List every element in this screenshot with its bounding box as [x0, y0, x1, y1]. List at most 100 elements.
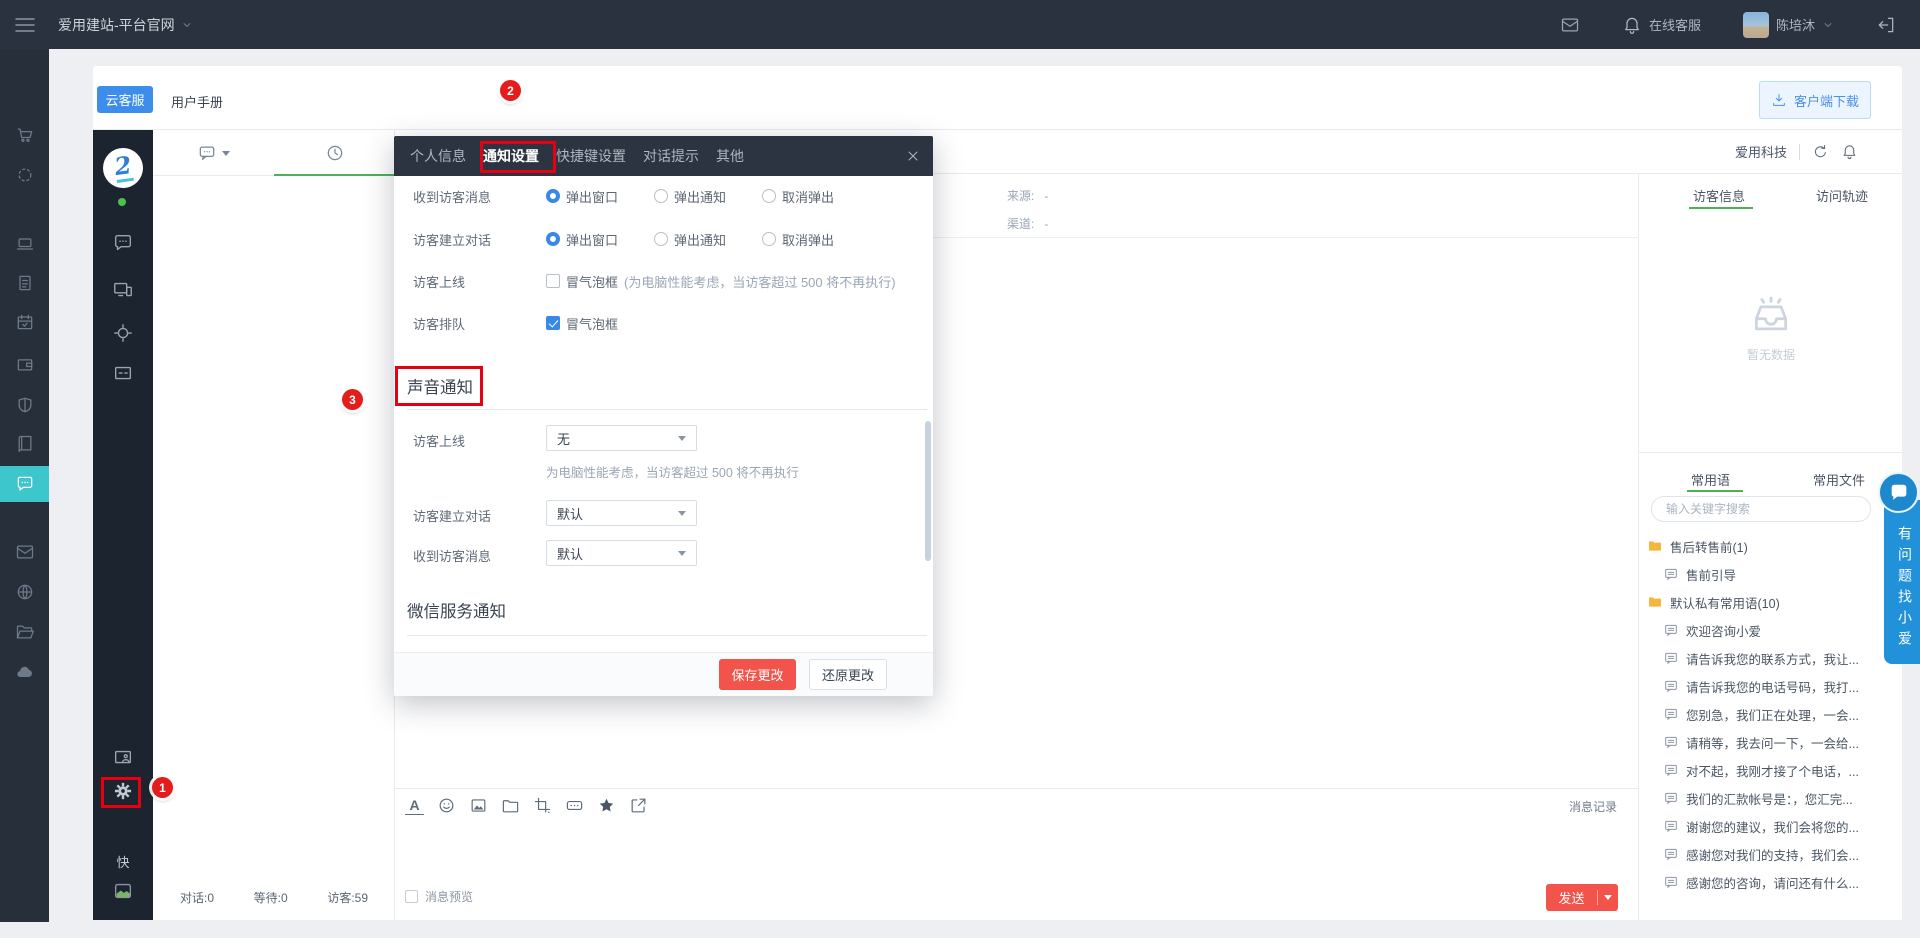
help-widget-label: 有问题找小爱 [1895, 526, 1920, 652]
download-icon [1771, 92, 1787, 108]
customer-service-icon[interactable] [0, 466, 49, 502]
help-widget-bubble[interactable] [1878, 472, 1919, 513]
online-service-button[interactable]: 在线客服 [1622, 15, 1701, 35]
radio-popup-notice[interactable] [654, 232, 668, 246]
phrase-item[interactable]: 我们的汇款帐号是：，您汇完... [1639, 784, 1903, 812]
annotation-1: 1 [152, 777, 173, 798]
sound-conversation-select[interactable]: 默认 [546, 500, 697, 526]
bell-icon[interactable] [1841, 143, 1858, 160]
globe-icon[interactable] [0, 574, 49, 610]
screenshot-button[interactable] [533, 796, 552, 815]
chevron-down-icon [1822, 19, 1834, 31]
dialog-scrollbar[interactable] [925, 421, 931, 561]
font-style-button[interactable]: A [405, 796, 424, 815]
radio-popup-window[interactable] [546, 232, 560, 246]
tab-dialog-hints[interactable]: 对话提示 [643, 146, 699, 166]
wallet-icon[interactable] [0, 346, 49, 382]
emoji-button[interactable] [437, 796, 456, 815]
folder-open-icon[interactable] [0, 614, 49, 650]
phrase-note-icon [1663, 678, 1679, 694]
mail-icon[interactable] [1560, 15, 1580, 35]
phrase-item[interactable]: 售前引导 [1639, 560, 1903, 588]
logout-icon [1876, 15, 1896, 35]
calendar-icon[interactable] [0, 304, 49, 340]
message-history-link[interactable]: 消息记录 [1569, 798, 1617, 815]
radio-no-popup[interactable] [762, 189, 776, 203]
phrase-item[interactable]: 请告诉我您的电话号码，我打... [1639, 672, 1903, 700]
image-button[interactable] [469, 796, 488, 815]
phrase-search-input[interactable] [1651, 496, 1871, 522]
favorite-button[interactable] [597, 796, 616, 815]
conversations-icon[interactable] [112, 232, 134, 254]
save-button[interactable]: 保存更改 [719, 659, 796, 690]
phrase-item[interactable]: 对不起，我刚才接了个电话，... [1639, 756, 1903, 784]
logout-button[interactable] [1876, 15, 1896, 35]
agent-avatar[interactable]: 2 [103, 148, 143, 188]
send-options-dropdown[interactable] [1598, 895, 1618, 900]
site-switcher[interactable]: 爱用建站-平台官网 [58, 15, 193, 35]
tab-common-files[interactable]: 常用文件 [1813, 470, 1865, 489]
image-note-icon[interactable] [112, 880, 134, 902]
app-root: 爱用建站-平台官网 在线客服 陈培沐 [0, 0, 1920, 938]
quick-label[interactable]: 快 [93, 852, 153, 871]
message-preview-option: 消息预览 [405, 888, 473, 905]
radio-popup-window[interactable] [546, 189, 560, 203]
phrase-item[interactable]: 感谢您对我们的支持，我们会... [1639, 840, 1903, 868]
file-button[interactable] [501, 796, 520, 815]
phrase-item[interactable]: 您别急，我们正在处理，一会... [1639, 700, 1903, 728]
tab-visitor-info[interactable]: 访客信息 [1693, 186, 1745, 205]
top-bar: 爱用建站-平台官网 在线客服 陈培沐 [0, 0, 1920, 49]
phrase-item[interactable]: 感谢您的咨询，请问还有什么... [1639, 868, 1903, 896]
revert-button[interactable]: 还原更改 [809, 659, 887, 690]
spinner-icon[interactable] [0, 157, 49, 193]
menu-icon[interactable] [13, 13, 37, 37]
channel-row: 渠道:- [1007, 215, 1048, 232]
phrase-folder[interactable]: 售后转售前(1) [1639, 532, 1903, 560]
close-icon[interactable] [905, 148, 921, 164]
locate-icon[interactable] [112, 322, 134, 344]
client-download-button[interactable]: 客户端下载 [1759, 81, 1871, 119]
cloud-icon[interactable] [0, 654, 49, 690]
user-menu[interactable]: 陈培沐 [1743, 12, 1834, 38]
tab-common-phrases[interactable]: 常用语 [1691, 470, 1730, 489]
phrase-item[interactable]: 欢迎咨询小爱 [1639, 616, 1903, 644]
phrase-item[interactable]: 请告诉我您的联系方式，我让... [1639, 644, 1903, 672]
radio-popup-notice[interactable] [654, 189, 668, 203]
visitor-monitor-icon[interactable] [112, 747, 134, 769]
tab-notification-settings[interactable]: 通知设置 [483, 146, 539, 166]
refresh-icon[interactable] [1812, 143, 1829, 160]
tab-conversations[interactable] [153, 130, 274, 176]
bubble-checkbox[interactable] [546, 274, 560, 288]
send-button[interactable]: 发送 [1546, 884, 1618, 911]
share-button[interactable] [629, 796, 648, 815]
envelope-icon[interactable] [0, 534, 49, 570]
message-preview-checkbox[interactable] [405, 890, 418, 903]
tab-visit-track[interactable]: 访问轨迹 [1816, 186, 1868, 205]
tab-personal-info[interactable]: 个人信息 [410, 146, 466, 166]
cart-icon[interactable] [0, 117, 49, 153]
quick-phrase-button[interactable] [565, 796, 584, 815]
id-card-icon[interactable] [112, 362, 134, 384]
bubble-checkbox-checked[interactable] [546, 316, 560, 330]
tab-history[interactable] [274, 130, 395, 176]
sound-message-select[interactable]: 默认 [546, 540, 697, 566]
gear-icon[interactable] [112, 780, 134, 802]
laptop-icon[interactable] [0, 226, 49, 262]
shield-icon[interactable] [0, 387, 49, 423]
tab-other[interactable]: 其他 [716, 146, 744, 166]
tab-user-manual[interactable]: 用户手册 [171, 92, 223, 111]
tab-cloud-service[interactable]: 云客服 [97, 86, 153, 113]
radio-no-popup[interactable] [762, 232, 776, 246]
phrase-item[interactable]: 谢谢您的建议，我们会将您的... [1639, 812, 1903, 840]
phrase-item[interactable]: 请稍等，我去问一下，一会给... [1639, 728, 1903, 756]
phrase-folder[interactable]: 默认私有常用语(10) [1639, 588, 1903, 616]
devices-icon[interactable] [112, 279, 134, 301]
module-tab-row: 云客服 用户手册 客户端下载 [93, 66, 1902, 130]
book-icon[interactable] [0, 426, 49, 462]
document-icon[interactable] [0, 265, 49, 301]
sound-online-select[interactable]: 无 [546, 425, 697, 451]
phrase-note-icon [1663, 566, 1679, 582]
chat-list-stats: 对话:0 等待:0 访客:59 [153, 889, 395, 906]
tab-shortcut-settings[interactable]: 快捷键设置 [556, 146, 626, 166]
help-widget-tab[interactable]: 有问题找小爱 [1884, 500, 1920, 664]
